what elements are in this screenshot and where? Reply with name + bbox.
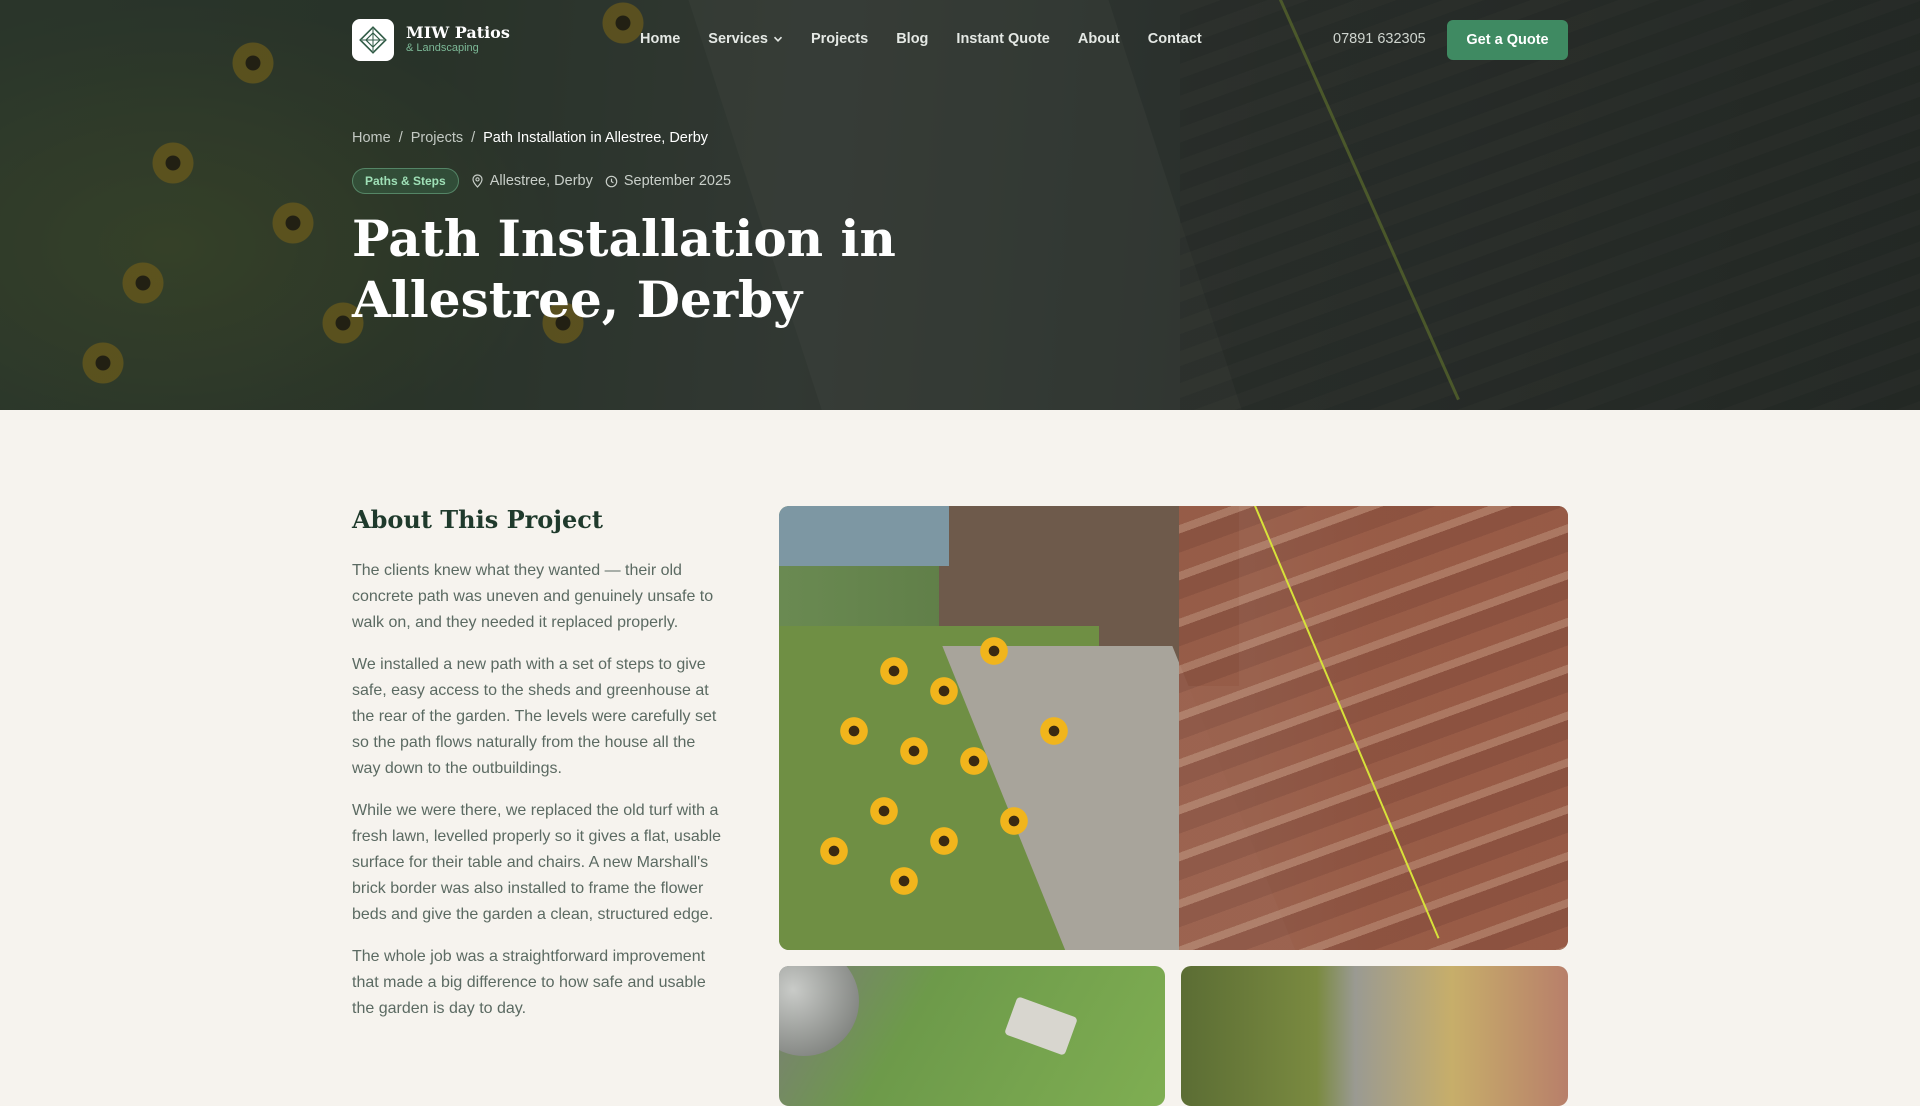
get-a-quote-button[interactable]: Get a Quote	[1447, 20, 1568, 60]
brand-name[interactable]: MIW Patios	[406, 23, 510, 42]
project-meta: Paths & Steps Allestree, Derby September…	[352, 168, 731, 194]
nav-instant-quote[interactable]: Instant Quote	[956, 31, 1049, 47]
brand-tagline: & Landscaping	[406, 42, 479, 54]
about-heading: About This Project	[352, 505, 603, 534]
nav-links: Home Services Projects Blog Instant Quot…	[640, 31, 1202, 47]
nav-blog-label: Blog	[896, 31, 929, 47]
nav-about[interactable]: About	[1078, 31, 1120, 47]
nav-about-label: About	[1077, 31, 1120, 47]
nav-services[interactable]: Services	[708, 31, 783, 47]
map-pin-icon	[472, 174, 483, 188]
about-body: The clients knew what they wanted — thei…	[352, 558, 724, 1038]
nav-projects[interactable]: Projects	[811, 31, 868, 47]
project-photo-thumbnail[interactable]	[1181, 966, 1568, 1106]
nav-home-label: Home	[640, 31, 681, 47]
project-location: Allestree, Derby	[471, 173, 593, 189]
chevron-down-icon	[773, 36, 783, 42]
logo[interactable]	[352, 19, 394, 61]
breadcrumb-current: Path Installation in Allestree, Derby	[483, 130, 709, 146]
breadcrumb-separator: /	[398, 130, 403, 146]
page-title: Path Installation in Allestree, Derby	[352, 209, 896, 329]
about-paragraph: We installed a new path with a set of st…	[352, 656, 717, 777]
nav-blog[interactable]: Blog	[896, 31, 928, 47]
phone-link[interactable]: 07891 632305	[1333, 31, 1426, 47]
location-text: Allestree, Derby	[489, 173, 593, 189]
date-text: September 2025	[623, 173, 732, 189]
category-badge: Paths & Steps	[352, 168, 459, 194]
nav-services-label: Services	[708, 31, 768, 47]
project-date: September 2025	[605, 173, 731, 189]
project-photo-thumbnail[interactable]	[779, 966, 1165, 1106]
nav-contact[interactable]: Contact	[1148, 31, 1202, 47]
about-paragraph: While we were there, we replaced the old…	[352, 802, 722, 923]
diamond-logo-icon	[359, 26, 387, 54]
about-paragraph: The whole job was a straightforward impr…	[352, 948, 706, 1017]
breadcrumb: Home / Projects / Path Installation in A…	[352, 130, 708, 146]
top-navigation: MIW Patios & Landscaping Home Services P…	[0, 0, 1920, 80]
nav-instant-quote-label: Instant Quote	[956, 31, 1050, 47]
nav-contact-label: Contact	[1147, 31, 1202, 47]
breadcrumb-home[interactable]: Home	[352, 130, 391, 146]
project-photo-main[interactable]	[779, 506, 1568, 950]
breadcrumb-projects[interactable]: Projects	[411, 130, 463, 146]
clock-icon	[605, 175, 618, 187]
nav-home[interactable]: Home	[640, 31, 680, 47]
nav-projects-label: Projects	[810, 31, 869, 47]
about-paragraph: The clients knew what they wanted — thei…	[352, 562, 714, 631]
breadcrumb-separator: /	[471, 130, 476, 146]
